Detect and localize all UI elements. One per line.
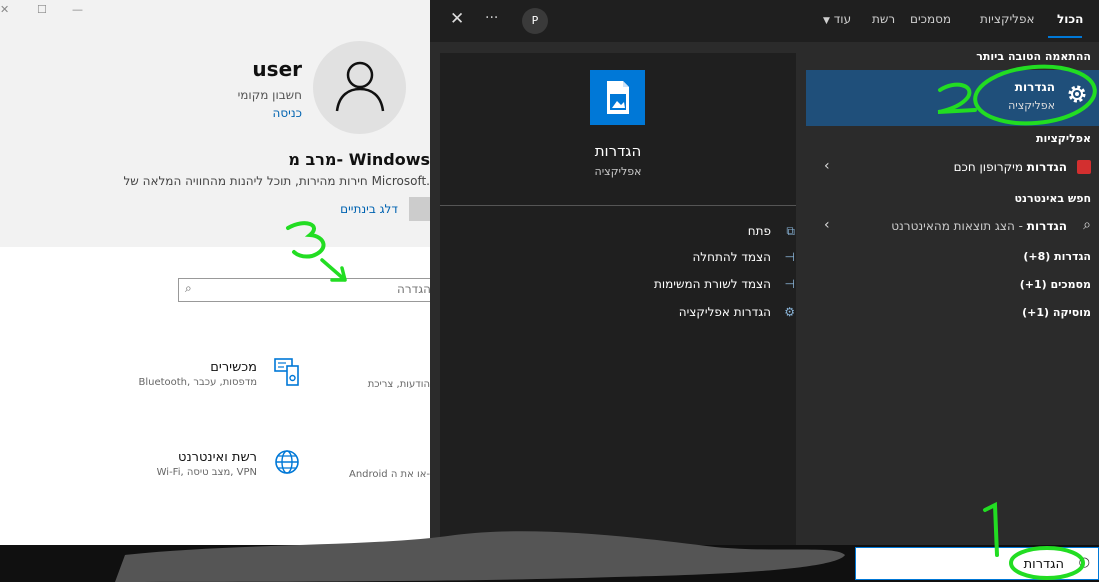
annotation-circle-1 [1009, 546, 1085, 580]
annotation-layer [286, 64, 1097, 580]
annotation-circle-2 [973, 64, 1097, 126]
annotation-number-2 [937, 82, 977, 114]
annotation-arrow [320, 258, 347, 282]
annotation-number-3 [286, 221, 326, 259]
annotation-number-1 [983, 501, 999, 557]
